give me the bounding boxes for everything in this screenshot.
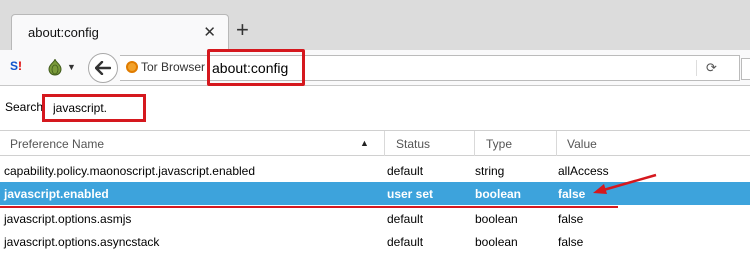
tab-strip: about:config ✕ + — [0, 0, 750, 50]
cell-value: false — [558, 187, 586, 201]
cell-name: capability.policy.maonoscript.javascript… — [4, 164, 256, 178]
column-divider[interactable] — [556, 131, 557, 156]
cell-status: user set — [387, 187, 434, 201]
su-extension-icon[interactable]: S! — [10, 59, 30, 77]
tab-about-config[interactable]: about:config ✕ — [11, 14, 229, 50]
search-input[interactable] — [42, 94, 146, 122]
close-icon[interactable]: ✕ — [203, 23, 216, 41]
identity-box[interactable]: Tor Browser — [126, 60, 205, 78]
table-header: Preference Name ▲ Status Type Value — [0, 130, 750, 156]
column-header-value[interactable]: Value — [567, 137, 597, 151]
cell-value: false — [558, 212, 584, 226]
cell-name: javascript.options.asmjs — [4, 212, 132, 226]
search-label: Search: — [5, 100, 47, 114]
column-divider[interactable] — [474, 131, 475, 156]
tor-onion-icon — [126, 61, 138, 73]
column-header-name[interactable]: Preference Name — [10, 137, 104, 151]
cell-status: default — [387, 164, 424, 178]
table-row[interactable]: javascript.options.asmjs default boolean… — [0, 207, 750, 230]
new-tab-icon[interactable]: + — [236, 19, 249, 41]
cell-status: default — [387, 212, 424, 226]
cell-type: boolean — [475, 187, 522, 201]
sort-ascending-icon: ▲ — [360, 138, 369, 148]
toolbar-button-cut[interactable] — [741, 58, 750, 80]
cell-value: false — [558, 235, 584, 249]
cell-type: string — [475, 164, 505, 178]
cell-name: javascript.options.asyncstack — [4, 235, 160, 249]
cell-status: default — [387, 235, 424, 249]
onion-extension-icon[interactable]: ▼ — [47, 58, 76, 76]
column-divider[interactable] — [384, 131, 385, 156]
chevron-down-icon[interactable]: ▼ — [67, 62, 76, 72]
search-row: Search: — [0, 86, 750, 128]
table-row[interactable]: javascript.options.asyncstack default bo… — [0, 230, 750, 253]
divider — [696, 60, 697, 76]
column-header-type[interactable]: Type — [486, 137, 512, 151]
tab-title: about:config — [28, 25, 99, 40]
navigation-bar: S! ▼ Tor Browser about:config ⟳ — [0, 50, 750, 86]
url-highlight-annotation — [207, 49, 305, 86]
cell-type: boolean — [475, 235, 518, 249]
column-header-status[interactable]: Status — [396, 137, 430, 151]
cell-type: boolean — [475, 212, 518, 226]
back-button[interactable] — [88, 53, 118, 83]
cell-name: javascript.enabled — [4, 187, 109, 201]
identity-label: Tor Browser — [141, 60, 206, 74]
reload-icon[interactable]: ⟳ — [706, 60, 717, 76]
arrow-annotation-icon — [593, 173, 657, 194]
underline-annotation — [0, 206, 618, 208]
